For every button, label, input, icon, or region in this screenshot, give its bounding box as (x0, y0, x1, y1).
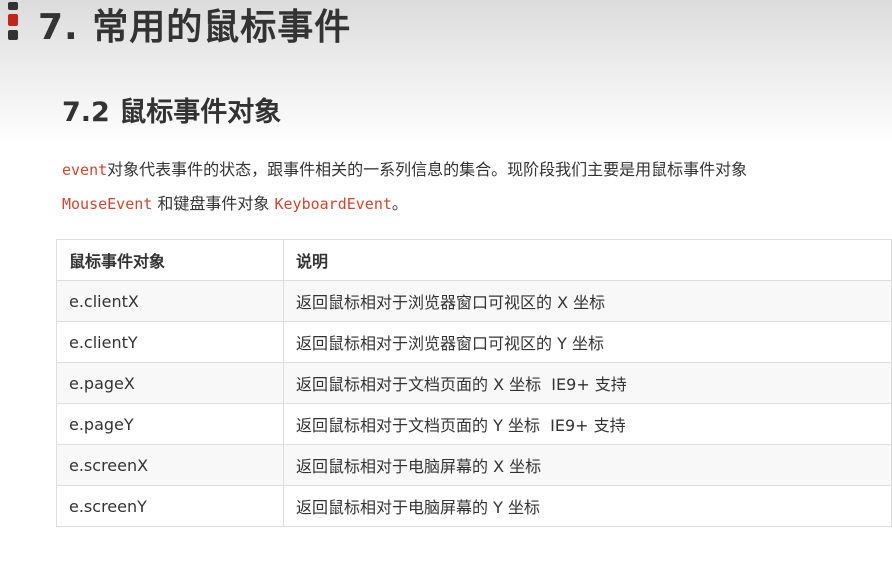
section-title: 7.2 鼠标事件对象 (62, 97, 282, 128)
table-row: e.clientY 返回鼠标相对于浏览器窗口可视区的 Y 坐标 (56, 321, 892, 363)
page-title: 7. 常用的鼠标事件 (38, 7, 352, 48)
code-event: event (62, 161, 108, 179)
cell-property: e.screenY (56, 485, 284, 527)
cell-property: e.pageY (56, 403, 284, 445)
header-object: 鼠标事件对象 (56, 239, 284, 281)
title-bar: 7. 常用的鼠标事件 (0, 0, 892, 50)
cell-description: 返回鼠标相对于文档页面的 Y 坐标 IE9+ 支持 (283, 403, 892, 445)
intro-text-3: 。 (391, 194, 408, 213)
intro-text-2: 和键盘事件对象 (152, 194, 275, 213)
cell-description: 返回鼠标相对于浏览器窗口可视区的 X 坐标 (283, 280, 892, 322)
intro-paragraph: event对象代表事件的状态，跟事件相关的一系列信息的集合。现阶段我们主要是用鼠… (62, 153, 862, 221)
cell-property: e.clientX (56, 280, 284, 322)
slide: 7. 常用的鼠标事件 7.2 鼠标事件对象 event对象代表事件的状态，跟事件… (0, 0, 892, 564)
cell-description: 返回鼠标相对于电脑屏幕的 X 坐标 (283, 444, 892, 486)
table-row: e.pageX 返回鼠标相对于文档页面的 X 坐标 IE9+ 支持 (56, 362, 892, 404)
mouse-event-table: 鼠标事件对象 说明 e.clientX 返回鼠标相对于浏览器窗口可视区的 X 坐… (56, 239, 892, 527)
table-row: e.pageY 返回鼠标相对于文档页面的 Y 坐标 IE9+ 支持 (56, 403, 892, 445)
intro-text-1: 对象代表事件的状态，跟事件相关的一系列信息的集合。现阶段我们主要是用鼠标事件对象 (107, 160, 748, 179)
cell-description: 返回鼠标相对于文档页面的 X 坐标 IE9+ 支持 (283, 362, 892, 404)
cell-property: e.pageX (56, 362, 284, 404)
cell-property: e.screenX (56, 444, 284, 486)
cell-description: 返回鼠标相对于电脑屏幕的 Y 坐标 (283, 485, 892, 527)
table-row: e.clientX 返回鼠标相对于浏览器窗口可视区的 X 坐标 (56, 280, 892, 322)
table-row: e.screenY 返回鼠标相对于电脑屏幕的 Y 坐标 (56, 485, 892, 527)
table-row: e.screenX 返回鼠标相对于电脑屏幕的 X 坐标 (56, 444, 892, 486)
cell-property: e.clientY (56, 321, 284, 363)
header-description: 说明 (283, 239, 892, 281)
cell-description: 返回鼠标相对于浏览器窗口可视区的 Y 坐标 (283, 321, 892, 363)
table-header-row: 鼠标事件对象 说明 (56, 239, 892, 281)
bullet-bar-icon (8, 2, 18, 42)
code-mouse-event: MouseEvent (62, 195, 153, 213)
code-keyboard-event: KeyboardEvent (274, 195, 392, 213)
